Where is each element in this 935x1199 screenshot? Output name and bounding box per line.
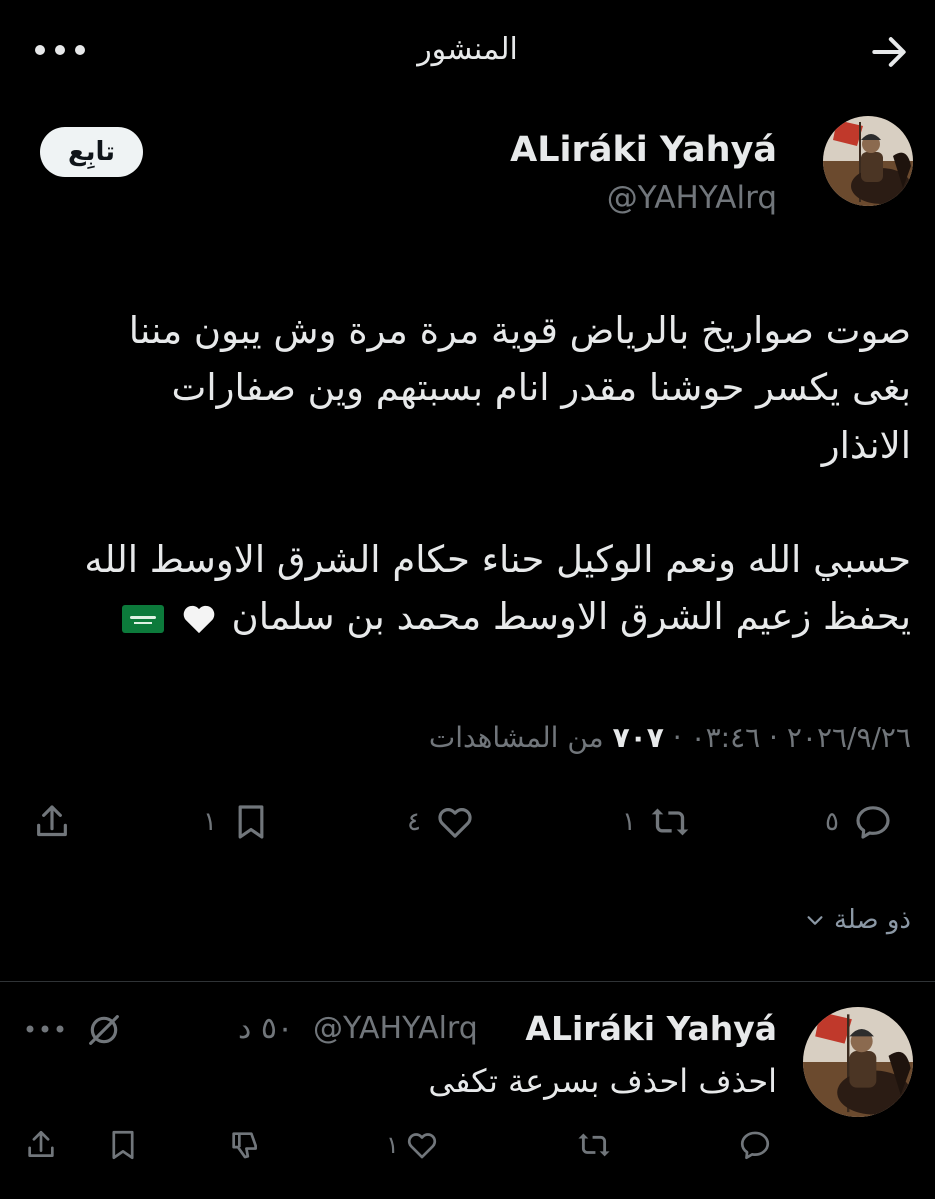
reply-more-button[interactable] [24,1020,66,1038]
related-label: ذو صلة [833,905,911,935]
heart-icon [438,808,472,838]
grok-button[interactable] [84,1010,124,1050]
retweet-icon [651,808,689,836]
follow-button[interactable]: تابِع [40,127,143,177]
tweet-line: حسبي الله ونعم الوكيل حناء حكام الشرق ال… [84,538,911,582]
tweet-line: يحفظ زعيم الشرق الاوسط محمد بن سلمان [231,595,911,639]
reply-like-count: ١ [386,1131,399,1159]
speech-bubble-icon [856,806,890,839]
speech-bubble-icon [740,1131,770,1160]
bookmark-icon [112,1130,134,1160]
tweet-line-with-emoji: يحفظ زعيم الشرق الاوسط محمد بن سلمان [16,588,911,645]
thumbs-down-icon [232,1132,257,1159]
chevron-down-icon [807,916,823,925]
share-icon [28,1130,54,1157]
tweet-line: بغى يكسر حوشنا مقدر انام بسبتهم وين صفار… [171,366,911,410]
page-title: المنشور [417,32,518,67]
reply-time: ٥٠ د [238,1011,294,1046]
divider [0,981,935,982]
like-count: ٤ [407,807,421,837]
back-button[interactable] [867,30,911,74]
share-icon [37,805,67,837]
like-action[interactable]: ٤ [407,802,475,842]
reply-action[interactable]: ٥ [825,802,893,842]
tweet-line: صوت صواريخ بالرياض قوية مرة مرة وش يبون … [128,309,911,352]
warrior-rider-avatar-icon [803,1007,913,1117]
bookmark-action[interactable]: ١ [203,802,271,842]
reply-author-handle[interactable]: @YAHYAlrq [313,1011,478,1046]
author-handle[interactable]: @YAHYAlrq [607,180,777,216]
retweet-icon [578,1133,610,1157]
saudi-flag-icon [122,604,165,633]
more-icon [26,1025,64,1033]
bookmark-count: ١ [203,807,217,837]
reply-author-name[interactable]: ALiráki Yahyá [525,1009,777,1048]
reply-bookmark-action[interactable] [106,1128,140,1162]
reply-reply-action[interactable] [738,1128,772,1162]
reply-text: احذف احذف بسرعة تكفى [428,1062,777,1100]
views-label: من المشاهدات [428,721,604,754]
avatar[interactable] [823,116,913,206]
heart-icon [407,1133,436,1159]
reply-like-action[interactable]: ١ [386,1128,439,1162]
arrow-right-icon [872,37,906,67]
related-replies-toggle[interactable]: ذو صلة [804,905,911,935]
retweet-count: ١ [622,807,636,837]
reply-share-action[interactable] [24,1128,58,1162]
reply-retweet-action[interactable] [577,1128,611,1162]
tweet-text: صوت صواريخ بالرياض قوية مرة مرة وش يبون … [16,302,911,646]
tweet-line: الانذار [821,423,911,467]
share-action[interactable] [32,802,72,842]
reply-avatar[interactable] [803,1007,913,1117]
reply-count: ٥ [825,807,839,837]
views-count: ٧٠٧ [612,721,664,754]
author-name[interactable]: ALiráki Yahyá [510,130,777,170]
more-button[interactable] [32,38,88,62]
tweet-meta: ٢٠٢٦/٩/٢٦ · ٠٣:٤٦ · ٧٠٧ من المشاهدات [429,721,911,754]
tweet-datetime: ٢٠٢٦/٩/٢٦ · ٠٣:٤٦ · [672,721,911,754]
more-icon [35,45,85,55]
warrior-rider-avatar-icon [823,116,913,206]
bookmark-icon [238,805,264,839]
reply-dislike-action[interactable] [228,1128,262,1162]
white-heart-icon [182,603,216,635]
retweet-action[interactable]: ١ [622,802,690,842]
grok-icon [89,1015,119,1045]
